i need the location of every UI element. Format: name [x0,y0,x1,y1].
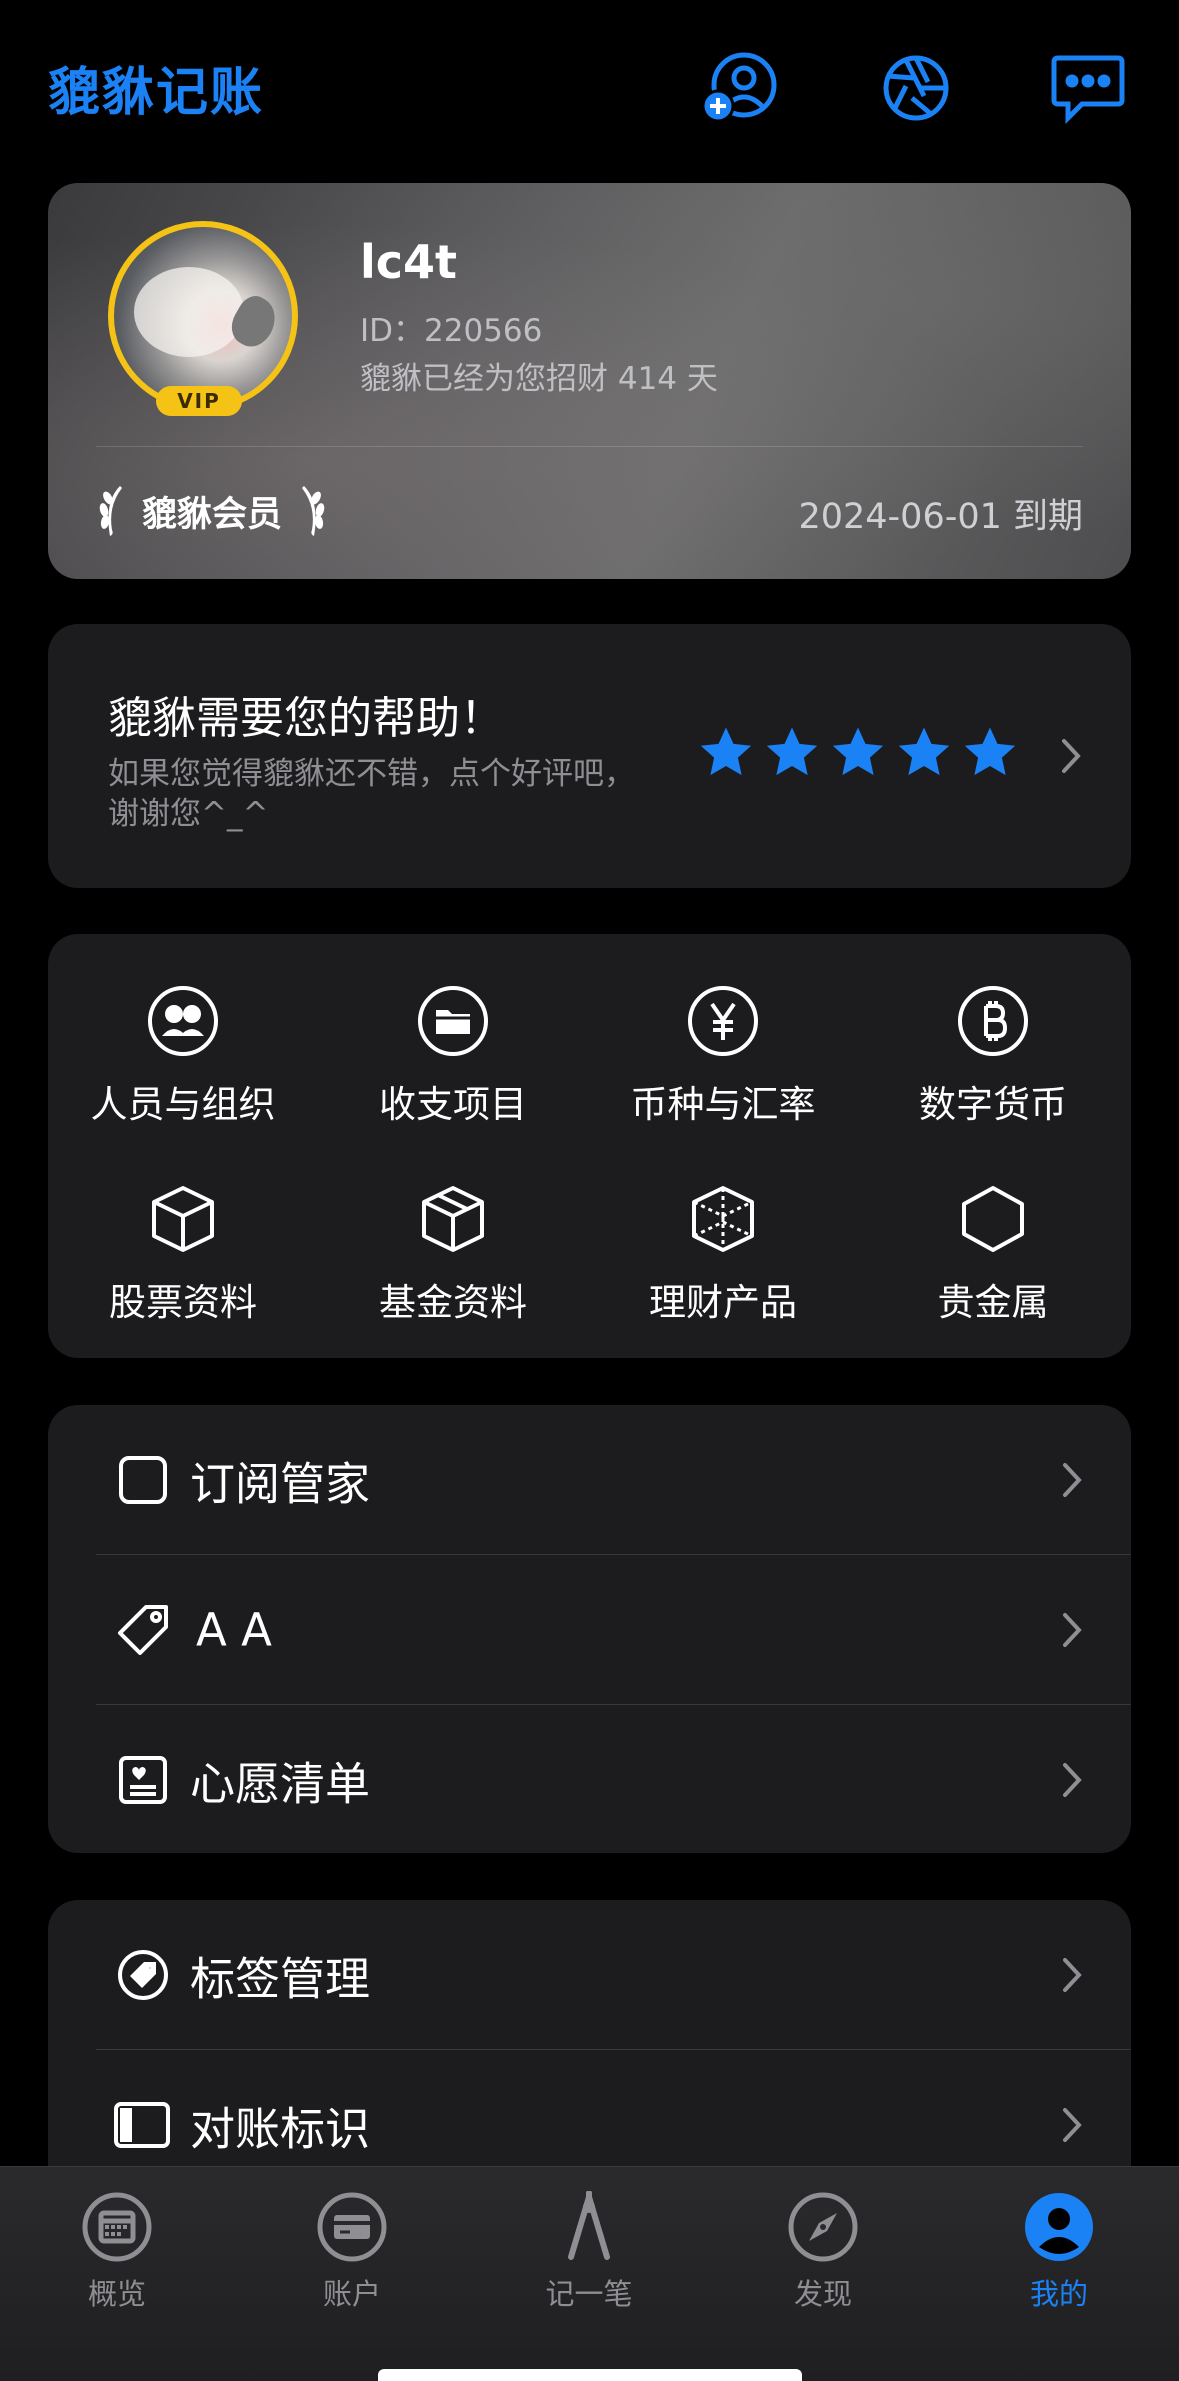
yen-icon [686,984,760,1058]
member-label-group: 貔貅会员 [98,481,326,541]
grid-item-people[interactable]: 人员与组织 [48,984,318,1128]
people-icon [146,984,220,1058]
chevron-right-icon [1061,2106,1083,2144]
tab-label: 账户 [322,2277,381,2311]
star-icon[interactable] [764,724,820,780]
rating-card[interactable]: 貔貅需要您的帮助！ 如果您觉得貔貅还不错，点个好评吧，谢谢您^_^ [48,624,1131,888]
header: 貔貅记账 [0,0,1179,170]
avatar[interactable] [108,221,298,411]
star-icon[interactable] [896,724,952,780]
laurel-right-icon [302,486,325,536]
user-id: ID：220566 [360,313,543,349]
list-item-label: 心愿清单 [190,1757,371,1811]
bitcoin-icon [956,984,1030,1058]
grid-item-crypto[interactable]: 数字货币 [858,984,1128,1128]
tab-bar: 概览 账户 记一笔 发现 我的 [0,2166,1179,2381]
square-icon [116,1453,170,1507]
list-item-aa[interactable]: A A [48,1555,1131,1705]
member-label: 貔貅会员 [142,494,283,535]
grid-item-metals[interactable]: 贵金属 [858,1182,1128,1326]
days-text: 貔貅已经为您招财 414 天 [360,361,718,397]
tab-label: 发现 [793,2277,852,2311]
tag-circle-icon [116,1948,170,2002]
list-item-label: A A [196,1603,272,1657]
message-icon[interactable] [1048,52,1128,125]
list-item-tags[interactable]: 标签管理 [48,1900,1131,2050]
tab-label: 记一笔 [545,2277,633,2311]
star-icon[interactable] [830,724,886,780]
box-icon [416,1182,490,1256]
grid-item-label: 币种与汇率 [630,1083,816,1126]
cube-icon [146,1182,220,1256]
feature-grid: 人员与组织 收支项目 币种与汇率 数字货币 股票资料 基金资料 理财产品 贵金属 [48,934,1131,1358]
divider [96,446,1083,447]
grid-item-label: 基金资料 [379,1281,527,1324]
grid-item-label: 人员与组织 [90,1083,276,1126]
chevron-right-icon [1061,1761,1083,1799]
list-item-wishlist[interactable]: 心愿清单 [48,1705,1131,1853]
chevron-right-icon[interactable] [1060,737,1082,775]
compass-pen-icon [553,2190,625,2263]
grid-item-folder[interactable]: 收支项目 [318,984,588,1128]
app-title: 貔貅记账 [48,63,265,123]
grid-item-currency[interactable]: 币种与汇率 [588,984,858,1128]
list-item-subscription[interactable]: 订阅管家 [48,1405,1131,1555]
tab-label: 我的 [1029,2277,1088,2311]
person-circle-icon [1023,2191,1095,2263]
tab-record[interactable]: 记一笔 [509,2190,669,2313]
tab-me[interactable]: 我的 [979,2191,1139,2313]
grid-item-label: 数字货币 [919,1083,1067,1126]
tab-discover[interactable]: 发现 [743,2191,903,2313]
grid-item-label: 股票资料 [109,1281,257,1324]
safari-icon [787,2191,859,2263]
grid-item-label: 贵金属 [937,1281,1049,1324]
laurel-left-icon [99,486,122,536]
list-item-label: 对账标识 [190,2102,371,2156]
add-person-icon[interactable] [700,52,780,124]
chevron-right-icon [1061,1956,1083,1994]
card-icon [316,2191,388,2263]
chevron-right-icon [1061,1461,1083,1499]
grid-item-wealth[interactable]: 理财产品 [588,1182,858,1326]
home-indicator[interactable] [378,2369,802,2381]
rating-title: 貔貅需要您的帮助！ [108,693,504,744]
cube-transparent-icon [686,1182,760,1256]
grid-item-label: 收支项目 [379,1083,527,1126]
tag-icon [116,1603,170,1657]
tab-label: 概览 [87,2277,146,2311]
menu-list-1: 订阅管家 A A 心愿清单 [48,1405,1131,1853]
grid-item-stocks[interactable]: 股票资料 [48,1182,318,1326]
star-icon[interactable] [962,724,1018,780]
list-item-label: 标签管理 [190,1952,371,2006]
sidebar-icon [112,2098,172,2152]
folder-icon [416,984,490,1058]
profile-card[interactable]: VIP lc4t ID：220566 貔貅已经为您招财 414 天 貔貅会员 2… [48,183,1131,579]
list-item-label: 订阅管家 [190,1457,371,1511]
tab-accounts[interactable]: 账户 [272,2191,432,2313]
star-icon[interactable] [698,724,754,780]
tab-overview[interactable]: 概览 [37,2191,197,2313]
menu-list-2: 标签管理 对账标识 [48,1900,1131,2200]
rating-subtitle: 如果您觉得貔貅还不错，点个好评吧，谢谢您^_^ [108,756,635,832]
expire-date: 2024-06-01 到期 [798,497,1083,537]
wishlist-icon [116,1753,170,1807]
vip-badge: VIP [156,386,242,416]
hexagon-icon [956,1182,1030,1256]
rating-stars[interactable] [698,724,1018,780]
aperture-icon[interactable] [876,52,956,124]
grid-item-label: 理财产品 [649,1281,797,1324]
grid-item-funds[interactable]: 基金资料 [318,1182,588,1326]
username: lc4t [360,235,458,289]
calendar-icon [81,2191,153,2263]
chevron-right-icon [1061,1611,1083,1649]
